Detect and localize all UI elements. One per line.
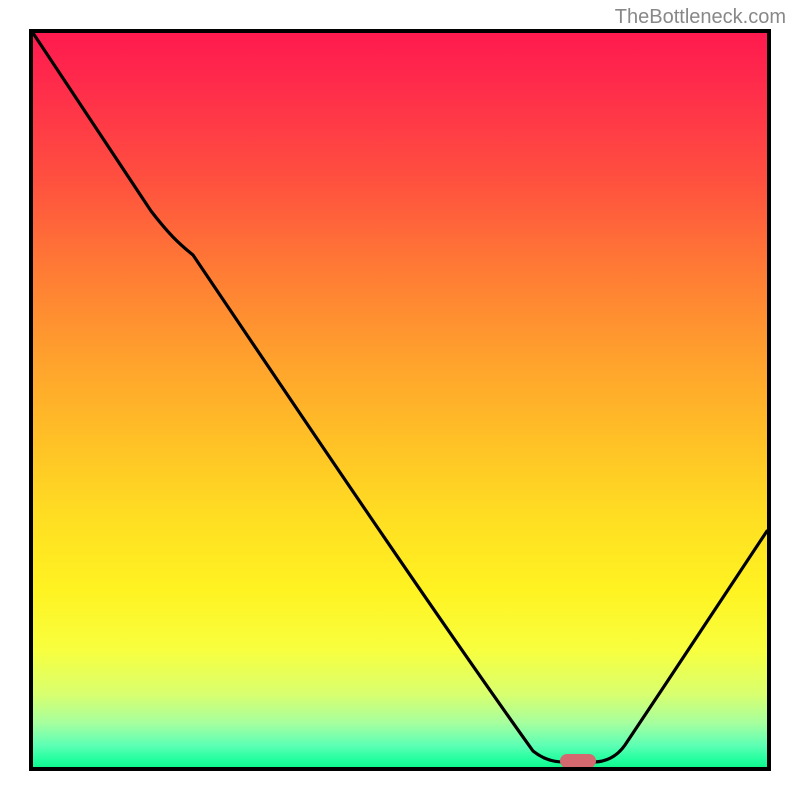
chart-curve-path bbox=[33, 33, 767, 762]
chart-curve bbox=[33, 33, 767, 767]
chart-optimal-marker bbox=[560, 754, 596, 768]
watermark-text: TheBottleneck.com bbox=[615, 6, 786, 29]
chart-plot-area bbox=[29, 29, 771, 771]
